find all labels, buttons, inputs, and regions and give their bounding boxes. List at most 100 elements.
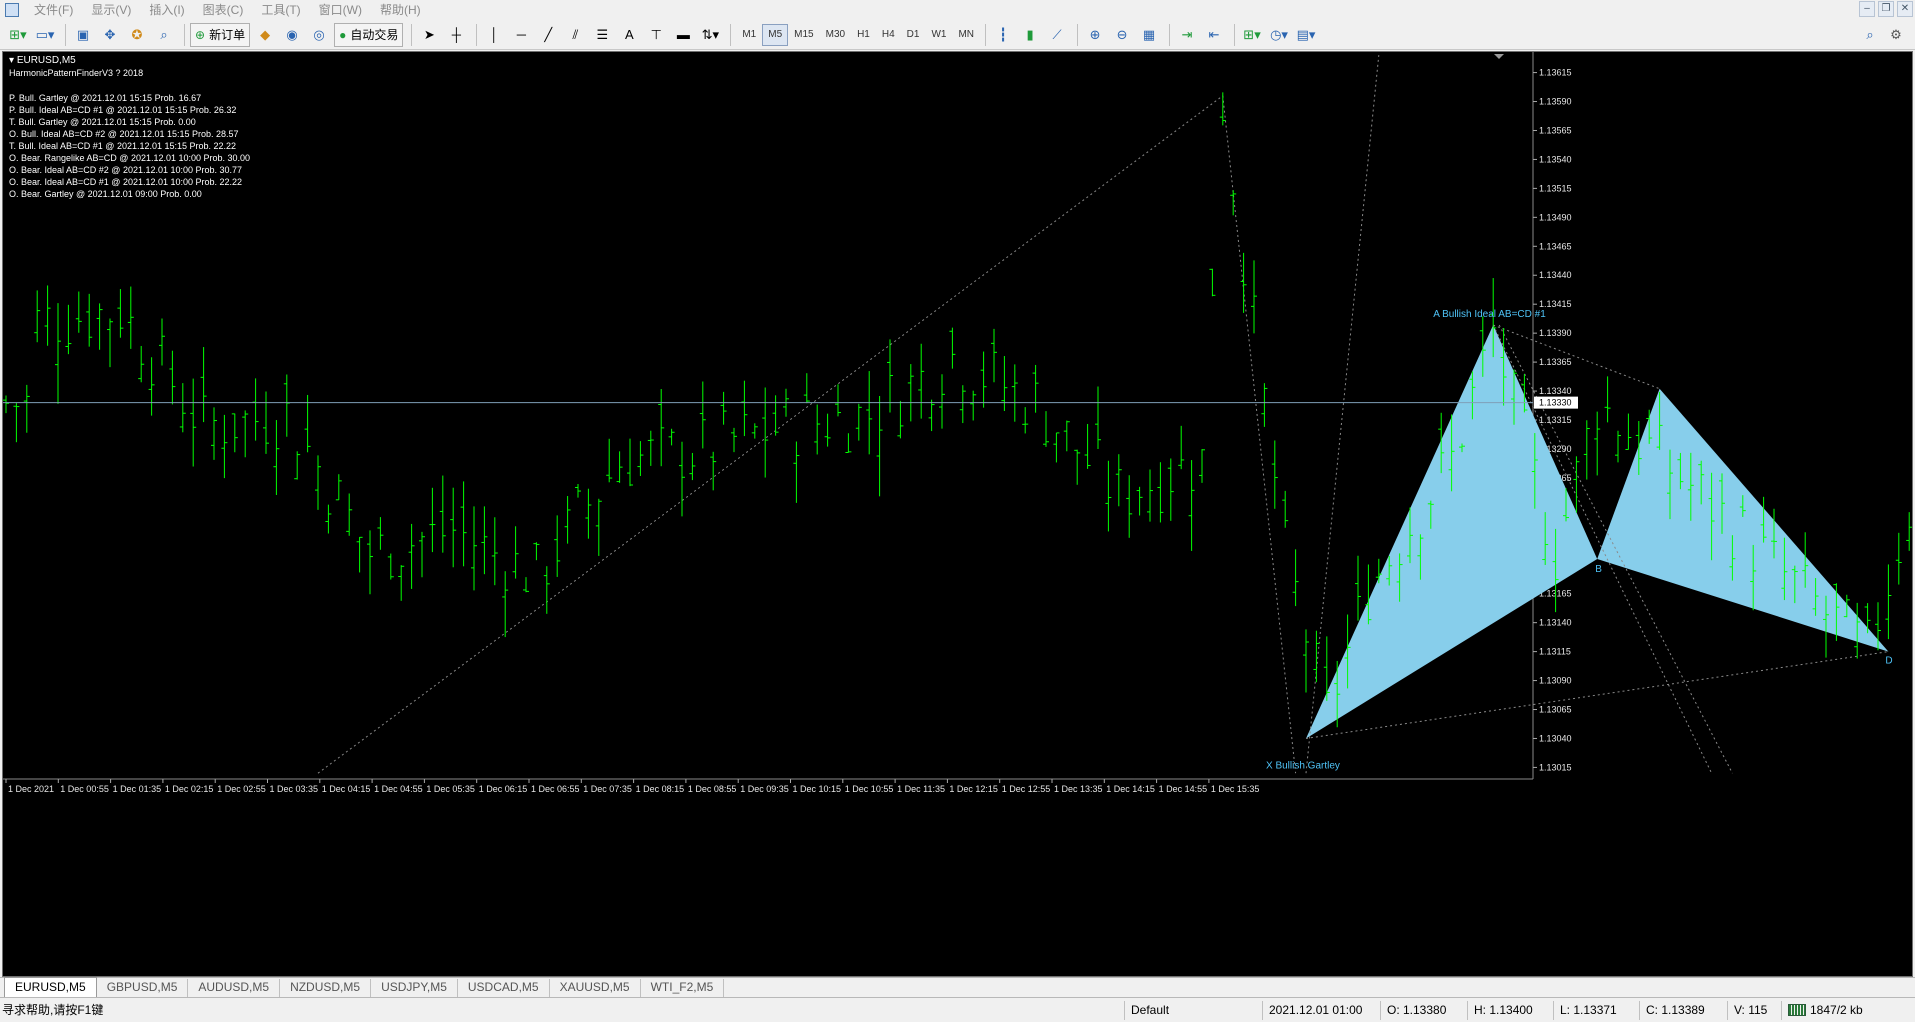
menu-help[interactable]: 帮助(H) [371, 0, 430, 20]
chart-shift-icon[interactable]: ⇤ [1202, 23, 1226, 47]
price-tick-label: 1.13440 [1539, 270, 1572, 280]
pattern-b-label: B [1595, 564, 1602, 575]
guide-line [1222, 95, 1297, 774]
menu-window[interactable]: 窗口(W) [310, 0, 371, 20]
tab-usdjpy[interactable]: USDJPY,M5 [371, 979, 458, 997]
text-tool-icon[interactable]: A [617, 23, 641, 47]
settings-icon[interactable]: ⚙ [1884, 23, 1908, 47]
templates-icon[interactable]: ▤▾ [1294, 23, 1318, 47]
time-tick-label: 1 Dec 04:15 [322, 784, 371, 794]
menu-charts[interactable]: 图表(C) [194, 0, 253, 20]
tab-audusd[interactable]: AUDUSD,M5 [188, 979, 281, 997]
rectangle-icon[interactable]: ▬ [671, 23, 695, 47]
zoom-out-icon[interactable]: ⊖ [1110, 23, 1134, 47]
metaeditor-icon[interactable]: ◆ [253, 23, 277, 47]
timeframe-h1[interactable]: H1 [851, 24, 876, 46]
timeframe-mn[interactable]: MN [952, 24, 980, 46]
time-tick-label: 1 Dec 14:55 [1159, 784, 1208, 794]
auto-scroll-icon[interactable]: ⇥ [1175, 23, 1199, 47]
horizontal-line-icon[interactable]: ─ [509, 23, 533, 47]
close-icon[interactable]: ✕ [1897, 1, 1913, 17]
restore-icon[interactable]: ❐ [1878, 1, 1894, 17]
arrows-icon[interactable]: ⇅▾ [698, 23, 722, 47]
pattern-list: P. Bull. Gartley @ 2021.12.01 15:15 Prob… [9, 92, 250, 200]
zoom-in-icon[interactable]: ⊕ [1083, 23, 1107, 47]
time-tick-label: 1 Dec 05:35 [426, 784, 475, 794]
pattern-entry: O. Bear. Ideal AB=CD #1 @ 2021.12.01 10:… [9, 177, 243, 187]
timeframe-m1[interactable]: M1 [736, 24, 762, 46]
status-traffic: 1847/2 kb [1781, 1001, 1913, 1020]
menu-insert[interactable]: 插入(I) [140, 0, 193, 20]
terminal-icon[interactable]: ⌕ [152, 23, 176, 47]
new-chart-icon[interactable]: ⊞▾ [6, 23, 30, 47]
time-tick-label: 1 Dec 13:35 [1054, 784, 1103, 794]
pattern-x-label: X Bullish Gartley [1266, 760, 1340, 771]
time-tick-label: 1 Dec 10:15 [793, 784, 842, 794]
tab-eurusd[interactable]: EURUSD,M5 [4, 977, 97, 997]
crosshair-icon[interactable]: ┼ [444, 23, 468, 47]
periods-icon[interactable]: ◷▾ [1267, 23, 1291, 47]
time-tick-label: 1 Dec 10:55 [845, 784, 894, 794]
market-watch-icon[interactable]: ▣ [71, 23, 95, 47]
menu-view[interactable]: 显示(V) [82, 0, 140, 20]
pattern-entry: O. Bull. Ideal AB=CD #2 @ 2021.12.01 15:… [9, 129, 239, 139]
tile-windows-icon[interactable]: ▦ [1137, 23, 1161, 47]
tab-nzdusd[interactable]: NZDUSD,M5 [280, 979, 372, 997]
fibonacci-icon[interactable]: ☰ [590, 23, 614, 47]
timeframe-h4[interactable]: H4 [876, 24, 901, 46]
status-help: 寻求帮助,请按F1键 [2, 1003, 104, 1017]
timeframe-d1[interactable]: D1 [901, 24, 926, 46]
vertical-line-icon[interactable]: │ [482, 23, 506, 47]
indicators-icon[interactable]: ⊞▾ [1240, 23, 1264, 47]
candlestick-icon[interactable]: ▮ [1018, 23, 1042, 47]
price-chart[interactable]: 1.13615 1.13590 1.13565 1.13540 1.13515 1.134… [2, 51, 1913, 977]
tab-wti[interactable]: WTI_F2,M5 [641, 979, 725, 997]
timeframe-m30[interactable]: M30 [820, 24, 851, 46]
time-tick-label: 1 Dec 11:35 [897, 784, 945, 794]
toolbar-separator [985, 23, 987, 46]
time-tick-label: 1 Dec 02:55 [217, 784, 266, 794]
tab-usdcad[interactable]: USDCAD,M5 [458, 979, 550, 997]
price-tick-label: 1.13565 [1539, 125, 1572, 135]
price-tick-label: 1.13515 [1539, 183, 1572, 193]
timeframe-m15[interactable]: M15 [788, 24, 819, 46]
time-tick-label: 1 Dec 15:35 [1211, 784, 1260, 794]
price-tick-label: 1.13015 [1539, 762, 1572, 772]
community-icon[interactable]: ◉ [280, 23, 304, 47]
price-tick-label: 1.13115 [1539, 647, 1571, 657]
current-price-label: 1.13330 [1539, 398, 1572, 408]
timeframe-m5[interactable]: M5 [762, 23, 789, 46]
new-order-label: 新订单 [209, 28, 246, 42]
pattern-entry: O. Bear. Rangelike AB=CD @ 2021.12.01 10… [9, 153, 251, 163]
toolbar-separator [184, 23, 185, 46]
window-controls: – ❐ ✕ [1859, 1, 1913, 17]
menu-tools[interactable]: 工具(T) [252, 0, 309, 20]
auto-trading-button[interactable]: ● 自动交易 [334, 22, 404, 47]
search-icon[interactable]: ⌕ [1858, 23, 1882, 47]
signals-icon[interactable]: ◎ [307, 23, 331, 47]
new-order-button[interactable]: ⊕ 新订单 [190, 22, 251, 47]
equidistant-channel-icon[interactable]: ⫽ [563, 23, 587, 47]
minimize-icon[interactable]: – [1859, 1, 1875, 17]
profiles-icon[interactable]: ▭▾ [33, 23, 57, 47]
price-tick-label: 1.13490 [1539, 212, 1572, 222]
status-low: L: 1.13371 [1553, 1001, 1639, 1020]
tab-xauusd[interactable]: XAUUSD,M5 [550, 979, 641, 997]
pattern-entry: O. Bear. Gartley @ 2021.12.01 09:00 Prob… [9, 189, 202, 199]
trendline-icon[interactable]: ╱ [536, 23, 560, 47]
menu-bar: 文件(F) 显示(V) 插入(I) 图表(C) 工具(T) 窗口(W) 帮助(H… [0, 0, 1915, 20]
menu-file[interactable]: 文件(F) [25, 0, 82, 20]
cursor-icon[interactable]: ➤ [417, 23, 441, 47]
time-tick-label: 1 Dec 2021 [8, 784, 54, 794]
line-chart-icon[interactable]: ⟋ [1045, 23, 1069, 47]
toolbar-separator [411, 23, 413, 46]
data-window-icon[interactable]: ✥ [98, 23, 122, 47]
timeframe-w1[interactable]: W1 [925, 24, 952, 46]
text-label-icon[interactable]: ⊤ [644, 23, 668, 47]
bar-chart-icon[interactable]: ┇ [991, 23, 1015, 47]
pattern-entry: T. Bull. Gartley @ 2021.12.01 15:15 Prob… [9, 117, 196, 127]
tab-gbpusd[interactable]: GBPUSD,M5 [97, 979, 189, 997]
navigator-icon[interactable]: ✪ [125, 23, 149, 47]
pattern-entry: O. Bear. Ideal AB=CD #2 @ 2021.12.01 10:… [9, 165, 243, 175]
status-close: C: 1.13389 [1639, 1001, 1727, 1020]
